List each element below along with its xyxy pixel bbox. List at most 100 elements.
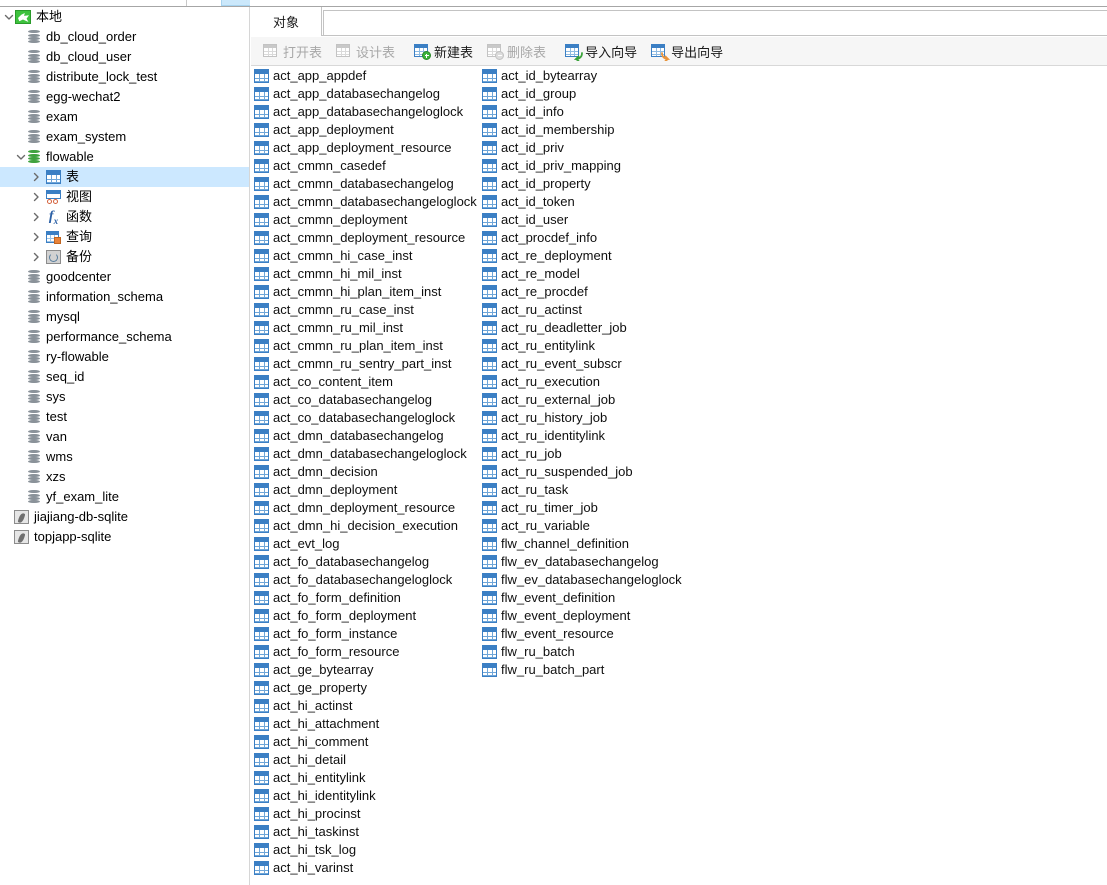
tab-bar[interactable]: 对象 [251, 7, 1107, 36]
table-list-item[interactable]: act_id_token [482, 193, 708, 211]
table-list-item[interactable]: act_cmmn_casedef [254, 157, 480, 175]
table-list-item[interactable]: act_ru_identitylink [482, 427, 708, 445]
table-list-item[interactable]: act_cmmn_ru_plan_item_inst [254, 337, 480, 355]
table-list[interactable]: act_app_appdef act_app_databasechangelog a… [251, 67, 1107, 885]
table-list-item[interactable]: act_re_procdef [482, 283, 708, 301]
table-list-item[interactable]: flw_ev_databasechangelog [482, 553, 708, 571]
table-list-item[interactable]: act_ru_timer_job [482, 499, 708, 517]
table-list-item[interactable]: act_hi_procinst [254, 805, 480, 823]
table-list-item[interactable]: act_id_bytearray [482, 67, 708, 85]
table-list-item[interactable]: flw_event_definition [482, 589, 708, 607]
table-list-item[interactable]: act_evt_log [254, 535, 480, 553]
tree-node-view[interactable]: 视图 [0, 187, 249, 207]
table-list-item[interactable]: act_co_content_item [254, 373, 480, 391]
table-list-item[interactable]: act_fo_databasechangelog [254, 553, 480, 571]
table-list-item[interactable]: act_ru_execution [482, 373, 708, 391]
table-list-item[interactable]: act_id_membership [482, 121, 708, 139]
table-list-item[interactable]: act_ru_entitylink [482, 337, 708, 355]
table-list-item[interactable]: act_cmmn_ru_mil_inst [254, 319, 480, 337]
table-list-item[interactable]: act_cmmn_deployment [254, 211, 480, 229]
tree-node-database[interactable]: sys [0, 387, 249, 407]
table-list-item[interactable]: act_fo_form_resource [254, 643, 480, 661]
table-list-item[interactable]: act_ru_actinst [482, 301, 708, 319]
table-list-item[interactable]: act_hi_comment [254, 733, 480, 751]
table-list-item[interactable]: act_re_model [482, 265, 708, 283]
table-list-item[interactable]: act_dmn_hi_decision_execution [254, 517, 480, 535]
table-list-item[interactable]: act_app_appdef [254, 67, 480, 85]
toolbar-button-new-table[interactable]: 新建表 [408, 39, 479, 63]
tree-node-database[interactable]: egg-wechat2 [0, 87, 249, 107]
table-list-item[interactable]: flw_ev_databasechangeloglock [482, 571, 708, 589]
tree-node-database[interactable]: db_cloud_user [0, 47, 249, 67]
table-list-item[interactable]: act_fo_form_definition [254, 589, 480, 607]
tree-node-database[interactable]: distribute_lock_test [0, 67, 249, 87]
table-list-item[interactable]: act_app_deployment_resource [254, 139, 480, 157]
tree-node-table-grid[interactable]: 表 [0, 167, 249, 187]
table-list-item[interactable]: act_co_databasechangeloglock [254, 409, 480, 427]
table-list-item[interactable]: act_hi_taskinst [254, 823, 480, 841]
chevron-right-icon[interactable] [29, 247, 42, 267]
table-list-item[interactable]: act_fo_form_deployment [254, 607, 480, 625]
tree-node-database[interactable]: exam_system [0, 127, 249, 147]
table-list-item[interactable]: act_cmmn_databasechangelog [254, 175, 480, 193]
table-list-item[interactable]: act_app_deployment [254, 121, 480, 139]
tree-node-database[interactable]: information_schema [0, 287, 249, 307]
table-list-item[interactable]: act_id_property [482, 175, 708, 193]
table-list-item[interactable]: act_fo_form_instance [254, 625, 480, 643]
table-list-item[interactable]: act_re_deployment [482, 247, 708, 265]
table-list-item[interactable]: flw_channel_definition [482, 535, 708, 553]
chevron-right-icon[interactable] [29, 227, 42, 247]
table-list-item[interactable]: act_app_databasechangelog [254, 85, 480, 103]
chevron-down-icon[interactable] [14, 147, 27, 167]
table-list-item[interactable]: act_id_group [482, 85, 708, 103]
table-list-item[interactable]: act_hi_actinst [254, 697, 480, 715]
tree-node-query[interactable]: 查询 [0, 227, 249, 247]
table-list-item[interactable]: flw_event_deployment [482, 607, 708, 625]
table-list-item[interactable]: act_cmmn_ru_case_inst [254, 301, 480, 319]
table-list-item[interactable]: act_ge_bytearray [254, 661, 480, 679]
connection-tree-sidebar[interactable]: 本地 db_cloud_order db_cloud_user distribute_… [0, 7, 250, 885]
toolbar-button-export-wizard[interactable]: 导出向导 [645, 39, 729, 63]
tree-node-backup[interactable]: 备份 [0, 247, 249, 267]
table-list-item[interactable]: act_ru_event_subscr [482, 355, 708, 373]
tree-node-database[interactable]: yf_exam_lite [0, 487, 249, 507]
table-list-item[interactable]: act_co_databasechangelog [254, 391, 480, 409]
tree-node-database[interactable]: van [0, 427, 249, 447]
table-list-item[interactable]: flw_ru_batch_part [482, 661, 708, 679]
table-list-item[interactable]: act_hi_attachment [254, 715, 480, 733]
tree-node-database[interactable]: db_cloud_order [0, 27, 249, 47]
table-list-item[interactable]: flw_ru_batch [482, 643, 708, 661]
table-list-item[interactable]: act_ru_variable [482, 517, 708, 535]
tree-node-database[interactable]: exam [0, 107, 249, 127]
tree-node-database[interactable]: seq_id [0, 367, 249, 387]
table-list-item[interactable]: act_cmmn_ru_sentry_part_inst [254, 355, 480, 373]
table-list-item[interactable]: act_dmn_databasechangelog [254, 427, 480, 445]
chevron-right-icon[interactable] [29, 187, 42, 207]
table-list-item[interactable]: act_cmmn_hi_mil_inst [254, 265, 480, 283]
table-list-item[interactable]: act_hi_entitylink [254, 769, 480, 787]
table-list-item[interactable]: act_ru_deadletter_job [482, 319, 708, 337]
tree-node-database[interactable]: xzs [0, 467, 249, 487]
table-list-item[interactable]: act_hi_detail [254, 751, 480, 769]
tree-node-database[interactable]: flowable [0, 147, 249, 167]
chevron-down-icon[interactable] [2, 7, 15, 27]
table-list-item[interactable]: flw_event_resource [482, 625, 708, 643]
table-list-item[interactable]: act_ge_property [254, 679, 480, 697]
table-list-item[interactable]: act_hi_tsk_log [254, 841, 480, 859]
table-list-item[interactable]: act_app_databasechangeloglock [254, 103, 480, 121]
tree-node-connection[interactable]: 本地 [0, 7, 249, 27]
table-list-item[interactable]: act_ru_history_job [482, 409, 708, 427]
table-list-item[interactable]: act_hi_varinst [254, 859, 480, 877]
table-list-item[interactable]: act_dmn_deployment_resource [254, 499, 480, 517]
toolbar-button-import-wizard[interactable]: 导入向导 [559, 39, 643, 63]
table-list-item[interactable]: act_procdef_info [482, 229, 708, 247]
chevron-right-icon[interactable] [29, 207, 42, 227]
table-list-item[interactable]: act_ru_job [482, 445, 708, 463]
table-list-item[interactable]: act_fo_databasechangeloglock [254, 571, 480, 589]
table-list-item[interactable]: act_dmn_databasechangeloglock [254, 445, 480, 463]
table-list-item[interactable]: act_cmmn_hi_plan_item_inst [254, 283, 480, 301]
table-list-item[interactable]: act_id_info [482, 103, 708, 121]
table-list-item[interactable]: act_hi_identitylink [254, 787, 480, 805]
tree-node-sqlite-connection[interactable]: jiajiang-db-sqlite [0, 507, 249, 527]
table-list-item[interactable]: act_cmmn_deployment_resource [254, 229, 480, 247]
